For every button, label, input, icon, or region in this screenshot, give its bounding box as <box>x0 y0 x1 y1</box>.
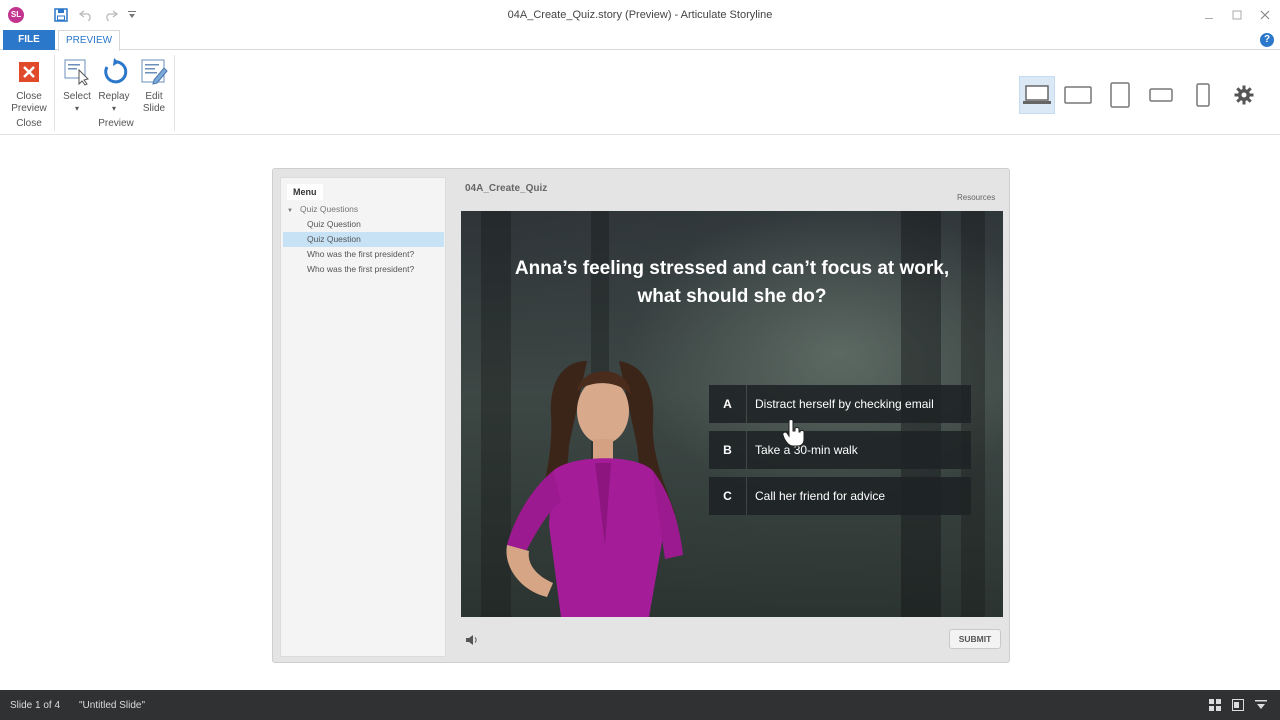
answer-option-c[interactable]: C Call her friend for advice <box>709 477 971 515</box>
phone-portrait-icon <box>1196 83 1210 107</box>
select-label: Select <box>63 91 91 102</box>
tablet-landscape-icon <box>1064 86 1092 104</box>
fit-view-icon[interactable] <box>1254 698 1268 712</box>
select-button[interactable]: Select ▾ <box>60 57 94 115</box>
close-preview-button[interactable]: Close Preview <box>6 57 52 115</box>
ribbon-divider <box>54 55 55 131</box>
submit-button[interactable]: SUBMIT <box>949 629 1001 649</box>
replay-icon <box>99 57 129 87</box>
phone-landscape-icon <box>1149 88 1173 102</box>
ribbon: Close Preview Close Select ▾ Replay ▾ Ed… <box>0 51 1280 135</box>
volume-button[interactable] <box>462 631 482 649</box>
close-group-label: Close <box>16 118 42 129</box>
select-icon <box>62 57 92 87</box>
grid-view-icon[interactable] <box>1208 698 1222 712</box>
ribbon-divider <box>174 55 175 131</box>
menu-tab[interactable]: Menu <box>287 184 323 200</box>
speaker-icon <box>466 635 477 645</box>
answer-letter: B <box>709 431 747 469</box>
status-bar: Slide 1 of 4 "Untitled Slide" <box>0 690 1280 720</box>
close-preview-label: Close Preview <box>11 91 47 114</box>
replay-button[interactable]: Replay ▾ <box>96 57 132 115</box>
answer-option-b[interactable]: B Take a 30-min walk <box>709 431 971 469</box>
phone-landscape-button[interactable] <box>1143 76 1179 114</box>
answer-letter: A <box>709 385 747 423</box>
quiz-slide: Anna’s feeling stressed and can’t focus … <box>461 211 1003 617</box>
question-text: Anna’s feeling stressed and can’t focus … <box>514 258 950 307</box>
edit-slide-button[interactable]: Edit Slide <box>136 57 172 115</box>
close-window-button[interactable] <box>1254 6 1276 24</box>
title-bar: SL 04A_Create_Quiz.story (Preview) - Art… <box>0 0 1280 30</box>
edit-slide-icon <box>139 57 169 87</box>
tablet-portrait-icon <box>1110 82 1130 108</box>
menu-item-quiz-questions[interactable]: ▼ Quiz Questions <box>281 202 447 217</box>
tab-preview[interactable]: PREVIEW <box>58 30 120 51</box>
answer-text: Call her friend for advice <box>755 489 886 503</box>
slide-name: "Untitled Slide" <box>79 700 146 711</box>
ribbon-tabs: FILE PREVIEW ? <box>0 30 1280 51</box>
close-preview-icon <box>14 57 44 87</box>
course-player: Menu ▼ Quiz Questions Quiz Question Quiz… <box>272 168 1010 663</box>
menu-item-first-president[interactable]: Who was the first president? <box>281 262 447 277</box>
desktop-preview-button[interactable] <box>1019 76 1055 114</box>
phone-portrait-button[interactable] <box>1185 76 1221 114</box>
minimize-button[interactable] <box>1198 6 1220 24</box>
answer-option-a[interactable]: A Distract herself by checking email <box>709 385 971 423</box>
laptop-icon <box>1023 85 1051 104</box>
woman-character-image <box>506 361 683 617</box>
gear-icon <box>1234 85 1254 105</box>
normal-view-icon[interactable] <box>1231 698 1245 712</box>
menu-item-quiz-question[interactable]: Quiz Question <box>281 217 447 232</box>
tab-file[interactable]: FILE <box>3 30 55 50</box>
menu-item-first-president[interactable]: Who was the first president? <box>281 247 447 262</box>
maximize-button[interactable] <box>1226 6 1248 24</box>
slide-counter: Slide 1 of 4 <box>10 700 61 711</box>
settings-button[interactable] <box>1226 76 1262 114</box>
edit-slide-label: Edit Slide <box>142 91 166 114</box>
menu-list: ▼ Quiz Questions Quiz Question Quiz Ques… <box>281 202 447 277</box>
window-title: 04A_Create_Quiz.story (Preview) - Articu… <box>507 9 773 21</box>
help-icon[interactable]: ? <box>1260 33 1274 47</box>
answer-text: Distract herself by checking email <box>755 397 934 411</box>
tablet-portrait-button[interactable] <box>1102 76 1138 114</box>
resources-link[interactable]: Resources <box>957 193 995 202</box>
slide-title: 04A_Create_Quiz <box>465 183 548 194</box>
hand-cursor-icon <box>783 419 805 447</box>
menu-item-quiz-question-selected[interactable]: Quiz Question <box>283 232 444 247</box>
tablet-landscape-button[interactable] <box>1060 76 1096 114</box>
answer-letter: C <box>709 477 747 515</box>
menu-panel: Menu ▼ Quiz Questions Quiz Question Quiz… <box>280 177 446 657</box>
preview-group-label: Preview <box>98 118 134 129</box>
replay-label: Replay <box>98 91 130 102</box>
